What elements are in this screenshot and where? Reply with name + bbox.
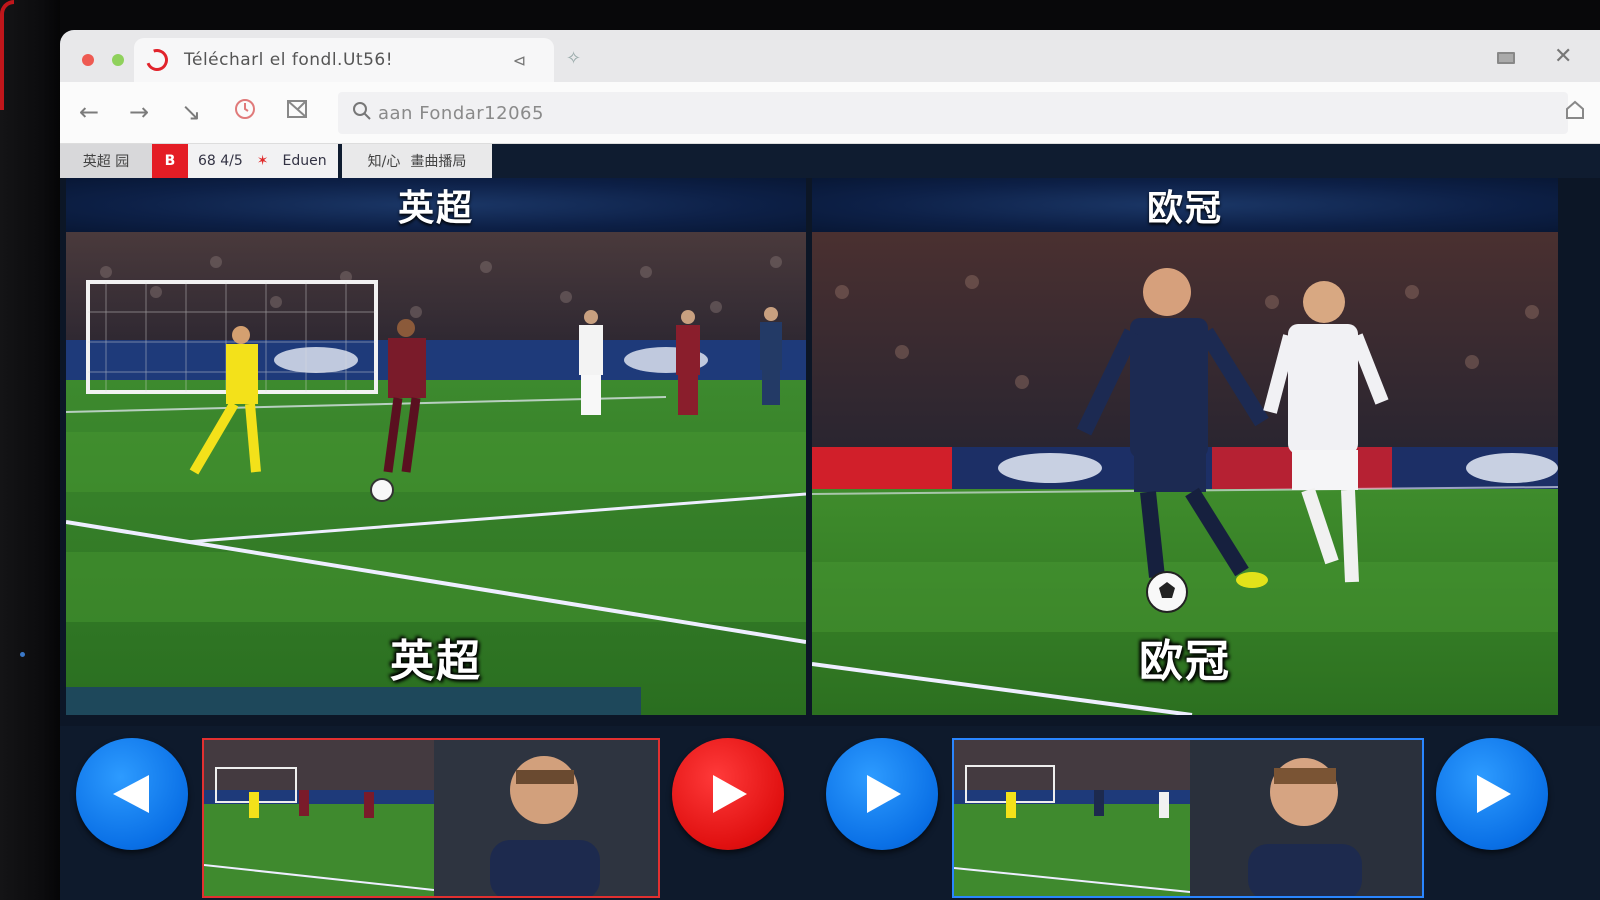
panel-header: 英超 [66,178,806,232]
bookmark-label: 68 4/5 [198,153,243,169]
bookmark-item-4[interactable]: 知/心 畫曲播局 [342,144,492,178]
next-button[interactable] [826,738,938,850]
window-minimize-dot[interactable] [112,54,124,66]
tab-title: Télécharl el fondl.Ut56! [184,50,394,70]
window-restore-icon[interactable] [1496,50,1516,69]
panel-caption: 英超 [390,636,482,687]
address-bar[interactable]: aan Fondar12065 [338,92,1568,134]
back-arrow-icon[interactable]: ← [74,98,104,126]
history-clock-icon[interactable] [230,98,260,126]
panel-title: 欧冠 [1146,188,1223,229]
browser-window: Télécharl el fondl.Ut56! ⊲ ✧ ✕ ← → ↘ aan… [60,30,1600,900]
panel-header: 欧冠 [812,178,1558,232]
new-tab-icon[interactable]: ✧ [566,48,581,69]
bookmark-item-3[interactable]: 68 4/5 ✶ Eduen [188,144,338,178]
search-icon [352,101,372,126]
panel-caption: 欧冠 [1139,636,1231,687]
playlist-bar [60,726,1600,900]
tablet-device: Télécharl el fondl.Ut56! ⊲ ✧ ✕ ← → ↘ aan… [0,0,1600,900]
thumbnail-premier-league[interactable] [202,738,660,898]
extension-image-icon[interactable] [282,98,312,126]
panel-title: 英超 [397,188,474,229]
play-icon [867,775,901,813]
bookmark-extra: 畫曲播局 [410,154,467,170]
thumbnail-image [204,740,658,896]
bookmark-extra: Eduen [282,153,327,169]
forward-arrow-icon[interactable]: → [124,98,154,126]
device-bezel [0,0,60,900]
video-panel-champions-league[interactable]: 欧冠 欧冠 [812,178,1558,715]
tab-close-icon[interactable]: ⊲ [513,51,526,70]
bookmark-item-1[interactable]: 英超 园 [60,144,152,178]
window-close-icon[interactable]: ✕ [1554,44,1572,69]
bookmark-label: B [164,153,176,169]
page-content: 英超 英超 欧冠 欧冠 [60,178,1600,900]
bookmark-item-2[interactable]: B [152,144,188,178]
window-close-dot[interactable] [82,54,94,66]
play-icon [1477,775,1511,813]
play-left-icon [113,775,149,813]
tab-bar: Télécharl el fondl.Ut56! ⊲ ✧ ✕ [60,30,1600,82]
play-icon [713,775,747,813]
device-case-trim [0,0,14,110]
star-icon: ✶ [256,153,269,169]
thumbnail-image [954,740,1422,896]
bookmarks-bar: 英超 园 B 68 4/5 ✶ Eduen 知/心 畫曲播局 [60,144,1600,178]
thumbnail-champions-league[interactable] [952,738,1424,898]
reload-chevron-icon[interactable]: ↘ [176,98,206,126]
bookmark-label: 英超 园 [82,154,130,170]
address-text: aan Fondar12065 [378,102,544,124]
camera-dot [20,652,25,657]
previous-button[interactable] [76,738,188,850]
browser-tab-active[interactable]: Télécharl el fondl.Ut56! ⊲ [134,38,554,82]
browser-toolbar: ← → ↘ aan Fondar12065 [60,82,1600,144]
forward-button[interactable] [1436,738,1548,850]
site-logo-icon [142,45,172,75]
home-icon[interactable] [1564,99,1586,127]
bookmark-label: 知/心 [367,154,401,170]
video-panel-premier-league[interactable]: 英超 英超 [66,178,806,715]
play-button[interactable] [672,738,784,850]
